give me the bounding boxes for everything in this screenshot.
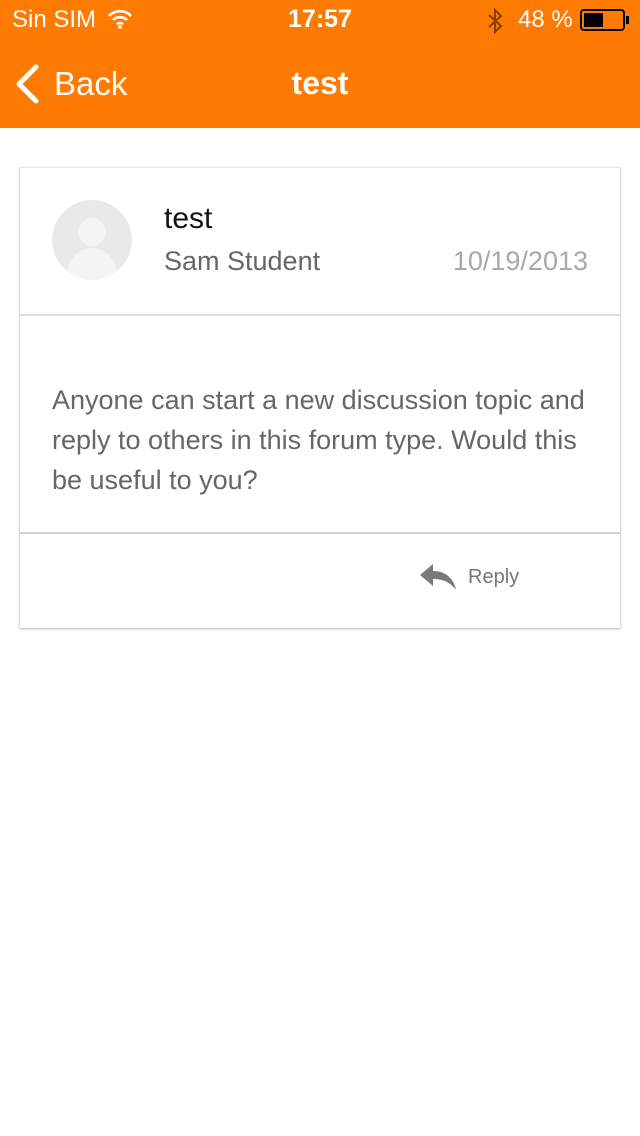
nav-bar: Back test xyxy=(0,40,640,128)
avatar xyxy=(52,200,132,280)
post-date: 10/19/2013 xyxy=(452,246,588,276)
post-card: test Sam Student 10/19/2013 Anyone can s… xyxy=(20,168,620,628)
app-header: Sin SIM 17:57 48 % Back test xyxy=(0,0,640,128)
post-author[interactable]: Sam Student xyxy=(164,246,320,277)
battery-percent: 48 % xyxy=(518,6,573,33)
post-header: test Sam Student 10/19/2013 xyxy=(20,168,620,316)
user-silhouette-icon xyxy=(66,218,118,280)
bluetooth-icon xyxy=(488,8,503,34)
battery-icon xyxy=(580,9,629,31)
page-title: test xyxy=(291,65,349,101)
reply-label: Reply xyxy=(468,565,520,588)
post-body: Anyone can start a new discussion topic … xyxy=(52,385,585,495)
post-footer: Reply xyxy=(20,532,620,630)
reply-icon xyxy=(420,564,456,590)
reply-button[interactable]: Reply xyxy=(418,562,519,592)
post-title: test xyxy=(164,202,213,235)
status-bar: Sin SIM 17:57 48 % xyxy=(0,0,640,40)
